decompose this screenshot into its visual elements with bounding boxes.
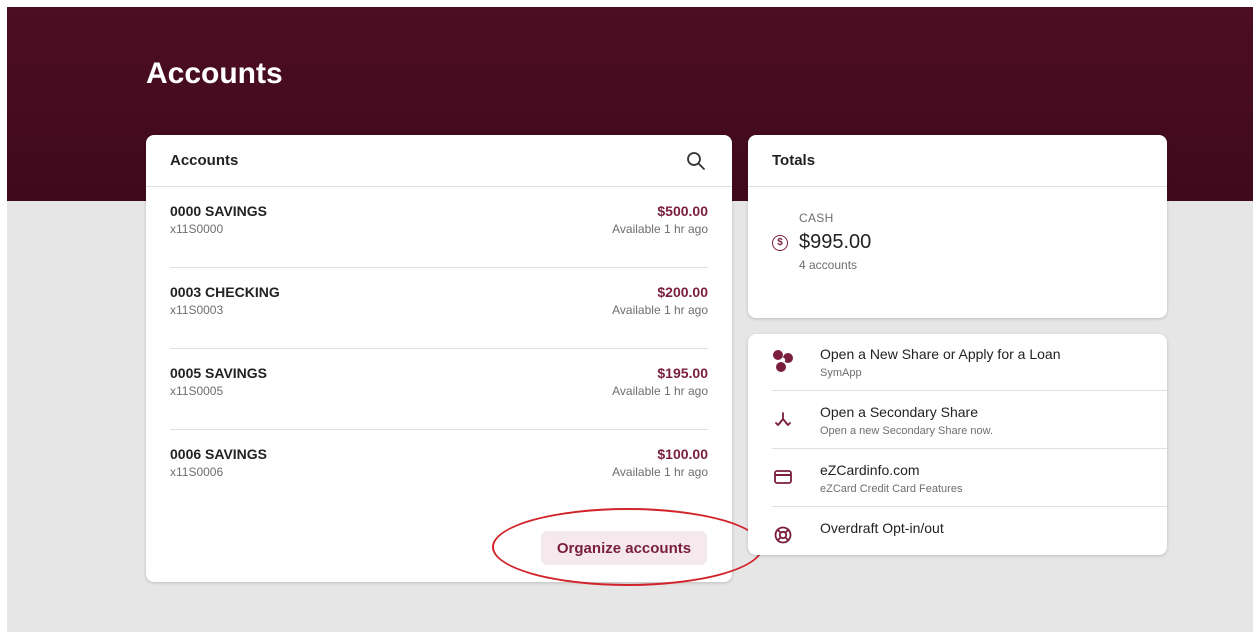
cash-total-value: $995.00 (799, 231, 872, 253)
account-number: x11S0003 (170, 303, 224, 317)
account-balance: $100.00 (657, 446, 708, 462)
account-availability: Available 1 hr ago (612, 222, 708, 236)
page-background: Accounts Accounts 0000 SAVINGS x11S0000 … (7, 7, 1253, 632)
quick-links-card: Open a New Share or Apply for a Loan Sym… (748, 334, 1167, 555)
quick-link-secondary-share[interactable]: Open a Secondary Share Open a new Second… (772, 391, 1167, 449)
accounts-card-header: Accounts (146, 135, 732, 187)
quick-link-title: Open a New Share or Apply for a Loan (820, 346, 1061, 362)
account-number: x11S0000 (170, 222, 224, 236)
quick-link-title: Open a Secondary Share (820, 404, 978, 420)
symapp-logo-icon (772, 350, 794, 372)
account-balance: $500.00 (657, 203, 708, 219)
search-icon[interactable] (684, 149, 708, 173)
account-availability: Available 1 hr ago (612, 465, 708, 479)
cash-label: CASH (799, 211, 834, 225)
account-availability: Available 1 hr ago (612, 384, 708, 398)
account-balance: $200.00 (657, 284, 708, 300)
account-row[interactable]: 0000 SAVINGS x11S0000 $500.00 Available … (170, 187, 708, 268)
account-number: x11S0006 (170, 465, 224, 479)
totals-body[interactable]: CASH $ $995.00 4 accounts (748, 187, 1167, 272)
account-name: 0005 SAVINGS (170, 365, 268, 381)
quick-link-title: Overdraft Opt-in/out (820, 520, 944, 536)
account-row[interactable]: 0006 SAVINGS x11S0006 $100.00 Available … (170, 430, 708, 511)
totals-card-title: Totals (772, 152, 816, 169)
account-list: 0000 SAVINGS x11S0000 $500.00 Available … (146, 187, 732, 511)
totals-card: Totals CASH $ $995.00 4 accounts (748, 135, 1167, 318)
account-availability: Available 1 hr ago (612, 303, 708, 317)
credit-card-icon (772, 466, 794, 488)
dollar-circle-icon: $ (772, 234, 788, 251)
account-row[interactable]: 0005 SAVINGS x11S0005 $195.00 Available … (170, 349, 708, 430)
organize-accounts-button[interactable]: Organize accounts (541, 531, 707, 565)
account-number: x11S0005 (170, 384, 224, 398)
account-name: 0003 CHECKING (170, 284, 280, 300)
quick-link-new-share-loan[interactable]: Open a New Share or Apply for a Loan Sym… (772, 334, 1167, 391)
cash-account-count: 4 accounts (799, 258, 858, 272)
quick-link-subtitle: Open a new Secondary Share now. (820, 425, 994, 437)
account-name: 0006 SAVINGS (170, 446, 268, 462)
quick-link-overdraft[interactable]: Overdraft Opt-in/out (772, 507, 1167, 555)
accounts-card: Accounts 0000 SAVINGS x11S0000 $500.00 A… (146, 135, 763, 586)
lifebuoy-icon (772, 524, 794, 546)
account-row[interactable]: 0003 CHECKING x11S0003 $200.00 Available… (170, 268, 708, 349)
totals-card-header: Totals (748, 135, 1167, 187)
quick-link-ezcardinfo[interactable]: eZCardinfo.com eZCard Credit Card Featur… (772, 449, 1167, 507)
account-name: 0000 SAVINGS (170, 203, 268, 219)
quick-link-subtitle: eZCard Credit Card Features (820, 483, 963, 495)
split-arrow-icon (772, 408, 794, 430)
account-balance: $195.00 (657, 365, 708, 381)
page-title: Accounts (146, 57, 283, 90)
quick-link-subtitle: SymApp (820, 367, 862, 379)
accounts-card-title: Accounts (170, 152, 239, 169)
quick-link-title: eZCardinfo.com (820, 462, 920, 478)
